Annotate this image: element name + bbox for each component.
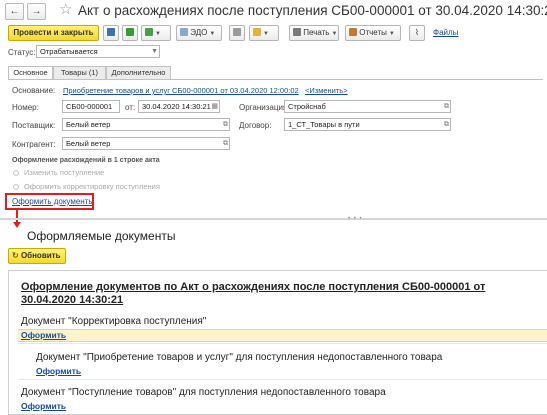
contract-field[interactable]: 1_СТ_Товары в пути ⧉: [284, 118, 451, 131]
number-field[interactable]: СБ00-000001: [62, 100, 120, 113]
open-icon[interactable]: ⧉: [223, 120, 228, 129]
chevron-down-icon: ▼: [151, 48, 158, 55]
organization-value: Стройснаб: [288, 102, 326, 111]
chevron-down-icon: ▼: [331, 31, 338, 37]
post-document-icon: [126, 28, 134, 36]
back-button[interactable]: ←: [5, 3, 24, 20]
counterparty-label: Контрагент:: [12, 140, 56, 149]
basis-label: Основание:: [12, 86, 56, 95]
forward-button[interactable]: →: [27, 3, 46, 20]
command-toolbar: Провести и закрыть ▼ ЭДО ▼ ▼ Печать ▼ Отче…: [0, 25, 547, 42]
supplier-field[interactable]: Белый ветер ⧉: [62, 118, 230, 131]
save-icon: [107, 28, 115, 36]
arrow-right-icon: →: [31, 6, 42, 17]
refresh-button[interactable]: ↻ Обновить: [8, 248, 66, 264]
chevron-down-icon: ▼: [155, 31, 161, 37]
date-label: от:: [125, 103, 136, 112]
attachments-button[interactable]: ▼: [249, 25, 279, 41]
documents-report-panel: Оформление документов по Акт о расхожден…: [8, 270, 547, 415]
doc-line-purchase: Документ "Приобретение товаров и услуг" …: [36, 352, 443, 363]
open-icon[interactable]: ⧉: [444, 102, 449, 111]
make-goods-receipt-link[interactable]: Оформить: [21, 401, 66, 411]
document-title: Акт о расхождениях после поступления СБ0…: [78, 3, 547, 18]
open-icon[interactable]: ⧉: [444, 120, 449, 129]
option-change-label: Изменить поступление: [24, 168, 105, 177]
organization-field[interactable]: Стройснаб ⧉: [284, 100, 451, 113]
annotation-arrow-head: [13, 222, 21, 228]
annotation-highlight-box: [5, 193, 94, 210]
post-and-close-button[interactable]: Провести и закрыть: [8, 25, 99, 41]
number-label: Номер:: [12, 103, 39, 112]
change-basis-link[interactable]: <Изменить>: [305, 86, 348, 95]
radio-change-receipt[interactable]: [13, 170, 19, 176]
refresh-label: Обновить: [20, 251, 61, 260]
files-link[interactable]: Файлы: [433, 28, 458, 37]
list-icon: [233, 28, 241, 36]
splitter-grip-icon[interactable]: • • •: [348, 216, 363, 222]
tab-additional[interactable]: Дополнительно: [106, 66, 171, 79]
save-button[interactable]: [103, 25, 119, 41]
selected-row-highlight: [18, 329, 547, 342]
chevron-down-icon: ▼: [388, 31, 395, 37]
calendar-icon[interactable]: ▦: [211, 102, 218, 111]
edo-label: ЭДО: [190, 28, 208, 37]
reports-label: Отчеты: [359, 28, 387, 37]
printer-icon: [293, 28, 301, 36]
counterparty-value: Белый ветер: [66, 139, 111, 148]
status-select[interactable]: Отрабатывается ▼: [36, 45, 160, 58]
make-purchase-link[interactable]: Оформить: [36, 366, 81, 376]
row-separator: [18, 379, 547, 380]
contract-label: Договор:: [239, 121, 272, 130]
discrepancy-heading: Оформление расхождений в 1 строке акта: [12, 157, 160, 164]
edo-button[interactable]: ЭДО ▼: [176, 25, 222, 41]
row-separator: [18, 343, 547, 344]
title-bar: ← → ☆ Акт о расхождениях после поступлен…: [0, 0, 547, 22]
arrow-left-icon: ←: [9, 6, 20, 17]
refresh-icon: ↻: [12, 251, 19, 260]
status-value: Отрабатывается: [40, 47, 98, 56]
organization-label: Организация:: [239, 103, 290, 112]
section-title: Оформляемые документы: [27, 229, 176, 243]
date-field[interactable]: 30.04.2020 14:30:21 ▦: [138, 100, 220, 113]
panel-splitter[interactable]: [0, 218, 547, 220]
open-icon[interactable]: ⧉: [223, 139, 228, 148]
paperclip-icon: ⌇: [415, 28, 419, 37]
print-button[interactable]: Печать ▼: [289, 25, 339, 41]
tab-main[interactable]: Основное: [8, 66, 53, 79]
structure-button[interactable]: [229, 25, 245, 41]
favorite-star-icon[interactable]: ☆: [59, 1, 72, 19]
doc-line-adjustment: Документ "Корректировка поступления": [21, 316, 207, 327]
attachment-icon: [253, 28, 261, 36]
basis-link[interactable]: Приобретение товаров и услуг СБ00-000001…: [63, 86, 299, 95]
print-label: Печать: [303, 28, 330, 37]
supplier-label: Поставщик:: [12, 121, 56, 130]
edo-icon: [180, 28, 188, 36]
counterparty-field[interactable]: Белый ветер ⧉: [62, 137, 230, 150]
status-label: Статус:: [8, 48, 36, 57]
date-value: 30.04.2020 14:30:21: [142, 102, 211, 111]
radio-adjust-receipt[interactable]: [13, 184, 19, 190]
chevron-down-icon: ▼: [263, 31, 269, 37]
chevron-down-icon: ▼: [209, 31, 216, 37]
reports-button[interactable]: Отчеты ▼: [345, 25, 401, 41]
doc-line-goods-receipt: Документ "Поступление товаров" для посту…: [21, 387, 386, 398]
post-button[interactable]: [122, 25, 138, 41]
report-title: Оформление документов по Акт о расхожден…: [21, 281, 486, 306]
create-based-on-icon: [145, 28, 153, 36]
option-adjust-label: Оформить корректировку поступления: [24, 182, 160, 191]
create-based-on-button[interactable]: ▼: [141, 25, 171, 41]
supplier-value: Белый ветер: [66, 120, 111, 129]
report-icon: [349, 28, 357, 36]
clip-button[interactable]: ⌇: [409, 25, 425, 41]
tab-goods[interactable]: Товары (1): [53, 66, 106, 79]
tab-divider: [8, 79, 543, 80]
make-adjustment-link[interactable]: Оформить: [21, 330, 66, 340]
contract-value: 1_СТ_Товары в пути: [288, 120, 360, 129]
